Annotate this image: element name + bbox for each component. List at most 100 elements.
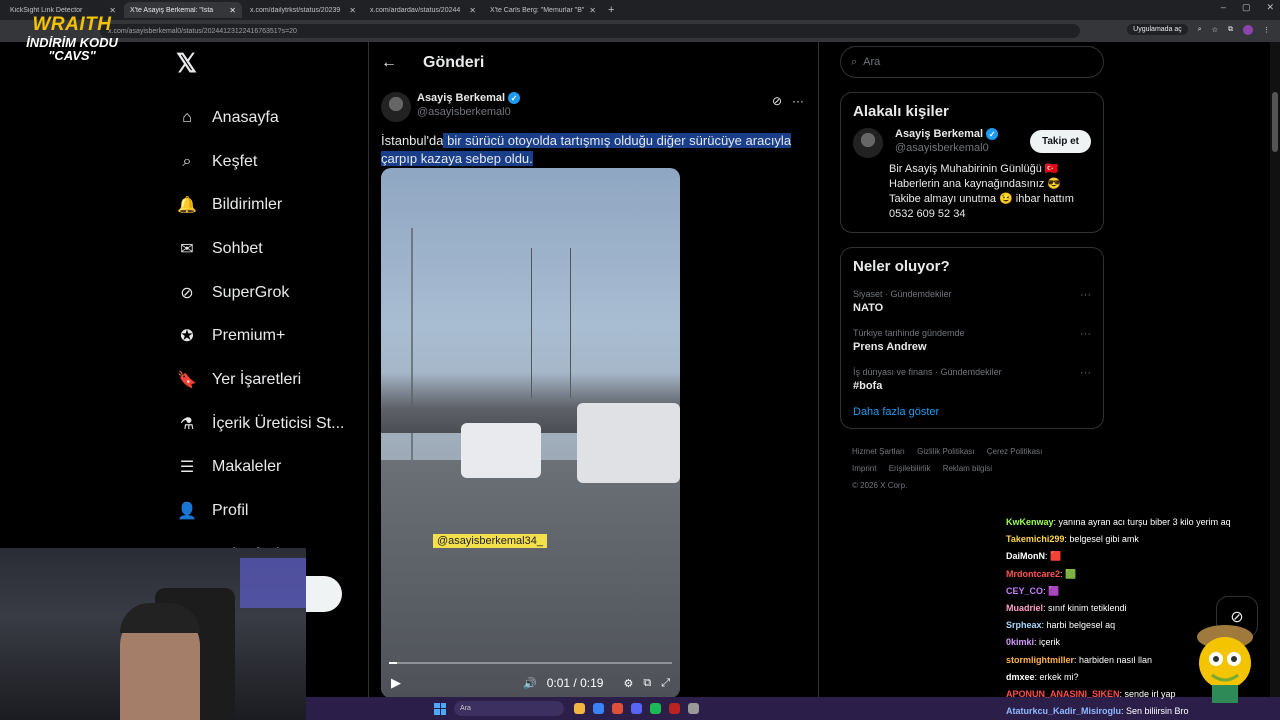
chat-text: : sınıf kinim tetiklendi — [1043, 603, 1127, 614]
windows-start-icon[interactable] — [434, 702, 446, 715]
author-handle[interactable]: @asayisberkemal0 — [417, 106, 520, 118]
chat-text: : belgesel gibi amk — [1064, 534, 1139, 545]
chat-username[interactable]: DaiMonN — [1006, 551, 1045, 561]
chat-message: Mrdontcare2: 🟩 — [1006, 566, 1276, 583]
pip-icon[interactable]: ⧉ — [643, 677, 651, 690]
more-options-icon[interactable]: ··· — [1080, 367, 1091, 379]
footer-link[interactable]: Reklam bilgisi — [943, 464, 992, 473]
tab-title: X'te Carls Berg: "Memurlar "B" — [490, 6, 585, 14]
tweet-text-plain: İstanbul'da — [381, 133, 444, 148]
settings-icon[interactable]: ⚙ — [623, 677, 633, 690]
sidebar-item-6[interactable]: 🔖 Yer İşaretleri — [170, 358, 365, 402]
footer-link[interactable]: Gizlilik Politikası — [917, 447, 974, 456]
file-explorer-icon[interactable] — [574, 703, 585, 714]
edge-icon[interactable] — [593, 703, 604, 714]
sidebar-item-5[interactable]: ✪ Premium+ — [170, 314, 365, 358]
author-name[interactable]: Asayiş Berkemal — [417, 92, 505, 104]
zoom-icon[interactable]: ⌕ — [1198, 26, 1202, 34]
white-van — [577, 403, 680, 483]
browser-tab[interactable]: x.com/ardardav/status/20244 ✕ — [364, 2, 482, 18]
chat-message: Ataturkcu_Kadir_Misiroglu: Sen biliirsin… — [1006, 703, 1276, 720]
chat-text: : 🟩 — [1060, 568, 1077, 579]
fullscreen-icon[interactable]: ⤢ — [661, 677, 670, 690]
sidebar-item-9[interactable]: 👤 Profil — [170, 489, 365, 533]
footer-link[interactable]: Hizmet Şartları — [852, 447, 905, 456]
trend-item[interactable]: Siyaset · Gündemdekiler NATO ··· — [853, 289, 1091, 314]
app-icon[interactable] — [669, 703, 680, 714]
close-tab-icon[interactable]: ✕ — [469, 6, 476, 15]
more-options-icon[interactable]: ··· — [1080, 328, 1091, 340]
more-options-icon[interactable]: ··· — [1080, 289, 1091, 301]
chat-username[interactable]: dmxee — [1006, 672, 1035, 682]
tab-title: x.com/dailytrkst/status/20239 — [250, 6, 341, 14]
taskbar-search[interactable]: Ara — [454, 701, 564, 716]
sidebar-item-label: SuperGrok — [212, 283, 290, 301]
sidebar-item-4[interactable]: ⊘ SuperGrok — [170, 271, 365, 315]
background-light — [240, 558, 306, 608]
play-icon[interactable]: ▶ — [391, 675, 401, 691]
discord-icon[interactable] — [631, 703, 642, 714]
bio-line: Takibe almayı unutma 😉 ihbar hattım — [889, 193, 1074, 205]
url-field[interactable]: x.com/asayisberkemal0/status/20244123122… — [100, 24, 1080, 38]
open-in-app-button[interactable]: Uygulamada aç — [1127, 24, 1188, 35]
back-arrow-icon[interactable]: ← — [381, 54, 397, 72]
sidebar-item-7[interactable]: ⚗ İçerik Üreticisi St... — [170, 402, 365, 446]
follow-button[interactable]: Takip et — [1029, 130, 1091, 153]
close-tab-icon[interactable]: ✕ — [589, 6, 596, 15]
sidebar-item-8[interactable]: ☰ Makaleler — [170, 446, 365, 490]
browser-tab[interactable]: x.com/dailytrkst/status/20239 ✕ — [244, 2, 362, 18]
person-icon: 👤 — [177, 503, 197, 521]
more-options-icon[interactable]: ··· — [792, 94, 804, 108]
sidebar-item-3[interactable]: ✉ Sohbet — [170, 227, 365, 271]
avatar[interactable] — [853, 128, 883, 158]
chat-username[interactable]: 0kimki — [1006, 637, 1034, 647]
chat-username[interactable]: Ataturkcu_Kadir_Misiroglu — [1006, 706, 1121, 716]
trend-item[interactable]: Türkiye tarihinde gündemde Prens Andrew ··… — [853, 328, 1091, 353]
sidebar-nav: 𝕏 ⌂ Anasayfa ⌕ Keşfet 🔔 Bildirimler ✉ Sohbet ⊘ Su… — [170, 48, 365, 577]
x-logo-icon[interactable]: 𝕏 — [176, 48, 365, 82]
avatar[interactable] — [381, 92, 411, 122]
grok-icon[interactable]: ⊘ — [772, 94, 782, 108]
chat-username[interactable]: Mrdontcare2 — [1006, 569, 1060, 579]
person-name[interactable]: Asayiş Berkemal — [895, 128, 983, 140]
chat-username[interactable]: APONUN_ANASINI_SIKEN — [1006, 689, 1120, 699]
close-tab-icon[interactable]: ✕ — [229, 6, 236, 15]
chrome-icon[interactable] — [612, 703, 623, 714]
new-tab-button[interactable]: + — [608, 4, 614, 16]
sidebar-item-2[interactable]: 🔔 Bildirimler — [170, 183, 365, 227]
related-person[interactable]: Asayiş Berkemal ✓ @asayisberkemal0 Takip … — [853, 128, 1091, 158]
sidebar-item-label: Makaleler — [212, 458, 282, 476]
minimize-button[interactable]: – — [1221, 2, 1226, 13]
maximize-button[interactable]: ▢ — [1242, 2, 1251, 13]
browser-tab[interactable]: X'te Carls Berg: "Memurlar "B" ✕ — [484, 2, 602, 18]
chat-text: : 🟥 — [1045, 551, 1062, 562]
footer-link[interactable]: Erişilebilirlik — [889, 464, 931, 473]
chat-username[interactable]: KwKenway — [1006, 517, 1054, 527]
extensions-icon[interactable]: ⧉ — [1228, 26, 1233, 34]
volume-icon[interactable]: 🔊 — [523, 677, 537, 690]
app-icon[interactable] — [688, 703, 699, 714]
browser-tab[interactable]: X'te Asayiş Berkemal: "İsta ✕ — [124, 2, 242, 18]
trend-item[interactable]: İş dünyası ve finans · Gündemdekiler #bof… — [853, 367, 1091, 392]
chat-username[interactable]: CEY_CO — [1006, 586, 1043, 596]
menu-icon[interactable]: ⋮ — [1263, 26, 1270, 34]
chat-username[interactable]: stormlightmiller — [1006, 655, 1074, 665]
profile-avatar[interactable] — [1243, 24, 1253, 35]
chat-username[interactable]: Takemichi299 — [1006, 534, 1064, 544]
chat-username[interactable]: Srpheax — [1006, 620, 1042, 630]
video-progress-bar[interactable] — [389, 662, 672, 664]
close-tab-icon[interactable]: ✕ — [349, 6, 356, 15]
footer-link[interactable]: Imprint — [852, 464, 876, 473]
flask-icon: ⚗ — [179, 415, 195, 433]
sidebar-item-1[interactable]: ⌕ Keşfet — [170, 140, 365, 184]
spotify-icon[interactable] — [650, 703, 661, 714]
video-player[interactable]: @asayisberkemal34_ ▶ 🔊 0:01 / 0:19 ⚙ ⧉ ⤢ — [381, 168, 680, 698]
show-more-link[interactable]: Daha fazla göster — [853, 406, 1091, 418]
footer-link[interactable]: Çerez Politikası — [987, 447, 1043, 456]
close-window-button[interactable]: ✕ — [1266, 2, 1274, 13]
star-icon[interactable]: ☆ — [1212, 26, 1218, 34]
search-input[interactable]: ⌕ Ara — [840, 46, 1104, 78]
chat-username[interactable]: Muadriel — [1006, 603, 1043, 613]
scrollbar-thumb[interactable] — [1272, 92, 1278, 152]
sidebar-item-0[interactable]: ⌂ Anasayfa — [170, 96, 365, 140]
